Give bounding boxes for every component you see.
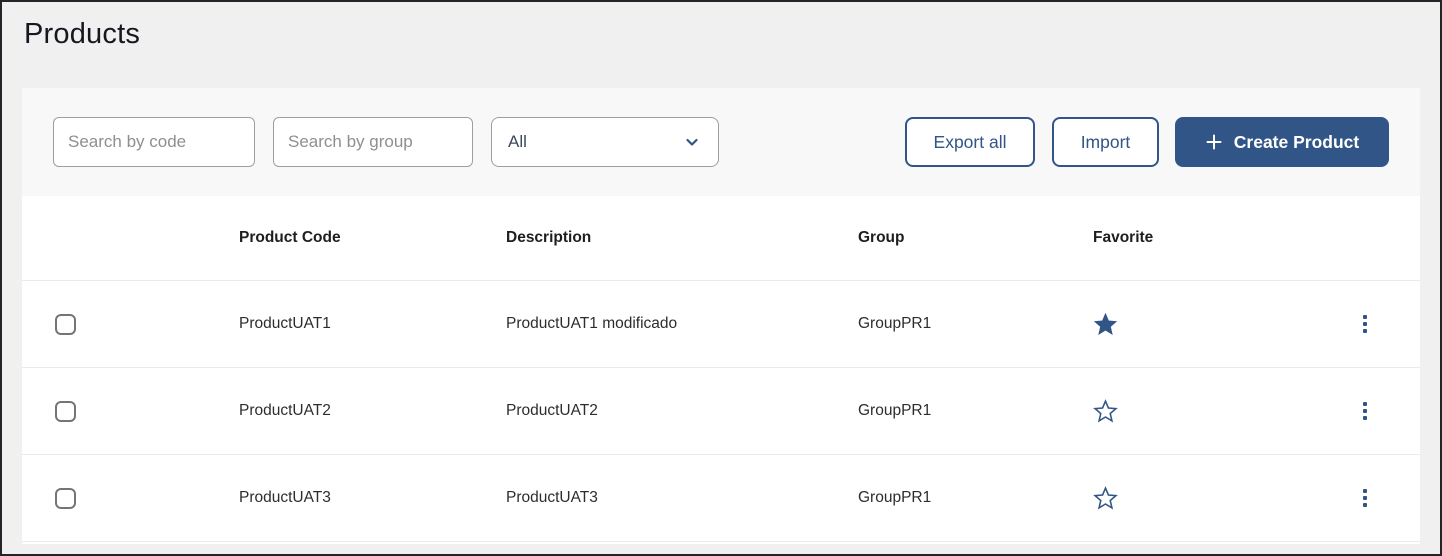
header-favorite: Favorite: [1093, 229, 1273, 247]
group-cell: GroupPR1: [858, 315, 1093, 333]
group-cell: GroupPR1: [858, 489, 1093, 507]
page-title: Products: [24, 18, 1418, 51]
row-checkbox[interactable]: [55, 488, 76, 509]
toolbar: All Export all Import Create Product: [22, 88, 1420, 196]
plus-icon: [1205, 133, 1223, 151]
description-cell: ProductUAT1 modificado: [506, 315, 858, 333]
header-description: Description: [506, 229, 858, 247]
group-cell: GroupPR1: [858, 402, 1093, 420]
header-product-code: Product Code: [239, 229, 506, 247]
row-actions-cell: [1273, 485, 1420, 511]
row-select-cell: [22, 401, 239, 422]
row-select-cell: [22, 314, 239, 335]
table-row: ProductUAT2 ProductUAT2 GroupPR1: [22, 368, 1420, 455]
favorite-cell: [1093, 312, 1273, 337]
page-header: Products: [2, 2, 1440, 88]
row-actions-cell: [1273, 311, 1420, 337]
create-product-label: Create Product: [1234, 132, 1359, 153]
chevron-down-icon: [684, 134, 700, 150]
favorite-star-icon[interactable]: [1093, 486, 1118, 511]
filter-selected-value: All: [508, 132, 527, 152]
favorite-star-icon[interactable]: [1093, 399, 1118, 424]
search-by-code-input[interactable]: [53, 117, 255, 167]
favorite-cell: [1093, 486, 1273, 511]
kebab-menu-icon[interactable]: [1359, 485, 1371, 511]
kebab-menu-icon[interactable]: [1359, 398, 1371, 424]
export-all-button[interactable]: Export all: [905, 117, 1035, 167]
create-product-button[interactable]: Create Product: [1175, 117, 1389, 167]
row-checkbox[interactable]: [55, 314, 76, 335]
favorite-star-icon[interactable]: [1093, 312, 1118, 337]
description-cell: ProductUAT2: [506, 402, 858, 420]
table-header-row: Product Code Description Group Favorite: [22, 196, 1420, 281]
products-table: Product Code Description Group Favorite …: [22, 196, 1420, 544]
row-actions-cell: [1273, 398, 1420, 424]
description-cell: ProductUAT3: [506, 489, 858, 507]
header-group: Group: [858, 229, 1093, 247]
kebab-menu-icon[interactable]: [1359, 311, 1371, 337]
favorite-cell: [1093, 399, 1273, 424]
row-select-cell: [22, 488, 239, 509]
product-code-cell: ProductUAT3: [239, 489, 506, 507]
table-row: ProductUAT3 ProductUAT3 GroupPR1: [22, 455, 1420, 542]
import-button[interactable]: Import: [1052, 117, 1159, 167]
filter-select[interactable]: All: [491, 117, 719, 167]
products-card: All Export all Import Create Product Pro…: [22, 88, 1420, 544]
table-row: ProductUAT1 ProductUAT1 modificado Group…: [22, 281, 1420, 368]
table-body: ProductUAT1 ProductUAT1 modificado Group…: [22, 281, 1420, 542]
search-by-group-input[interactable]: [273, 117, 473, 167]
toolbar-actions: Export all Import Create Product: [905, 117, 1389, 167]
row-checkbox[interactable]: [55, 401, 76, 422]
product-code-cell: ProductUAT2: [239, 402, 506, 420]
product-code-cell: ProductUAT1: [239, 315, 506, 333]
